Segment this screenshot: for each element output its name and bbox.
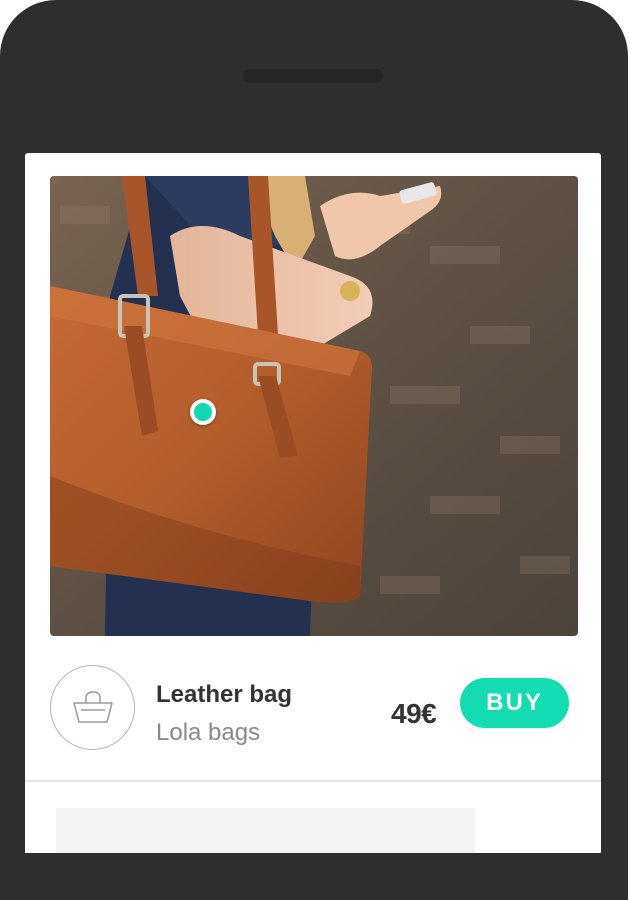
- product-price: 49€: [391, 698, 437, 729]
- basket-glyph: [72, 690, 113, 723]
- phone-frame: Leather bag Lola bags 49€ BUY: [0, 0, 628, 900]
- product-photo-illustration: [50, 176, 578, 636]
- phone-screen: Leather bag Lola bags 49€ BUY: [25, 153, 601, 853]
- hotspot-dot-icon[interactable]: [190, 399, 216, 425]
- product-name: Leather bag: [156, 681, 293, 708]
- product-brand: Lola bags: [156, 719, 261, 746]
- shopping-basket-icon[interactable]: [50, 665, 135, 750]
- phone-speaker: [243, 69, 383, 83]
- product-photo: [50, 176, 578, 636]
- divider: [25, 780, 601, 782]
- next-item-placeholder: [56, 808, 475, 853]
- buy-button[interactable]: BUY: [460, 678, 569, 728]
- product-info-row: Leather bag Lola bags 49€ BUY: [50, 665, 578, 751]
